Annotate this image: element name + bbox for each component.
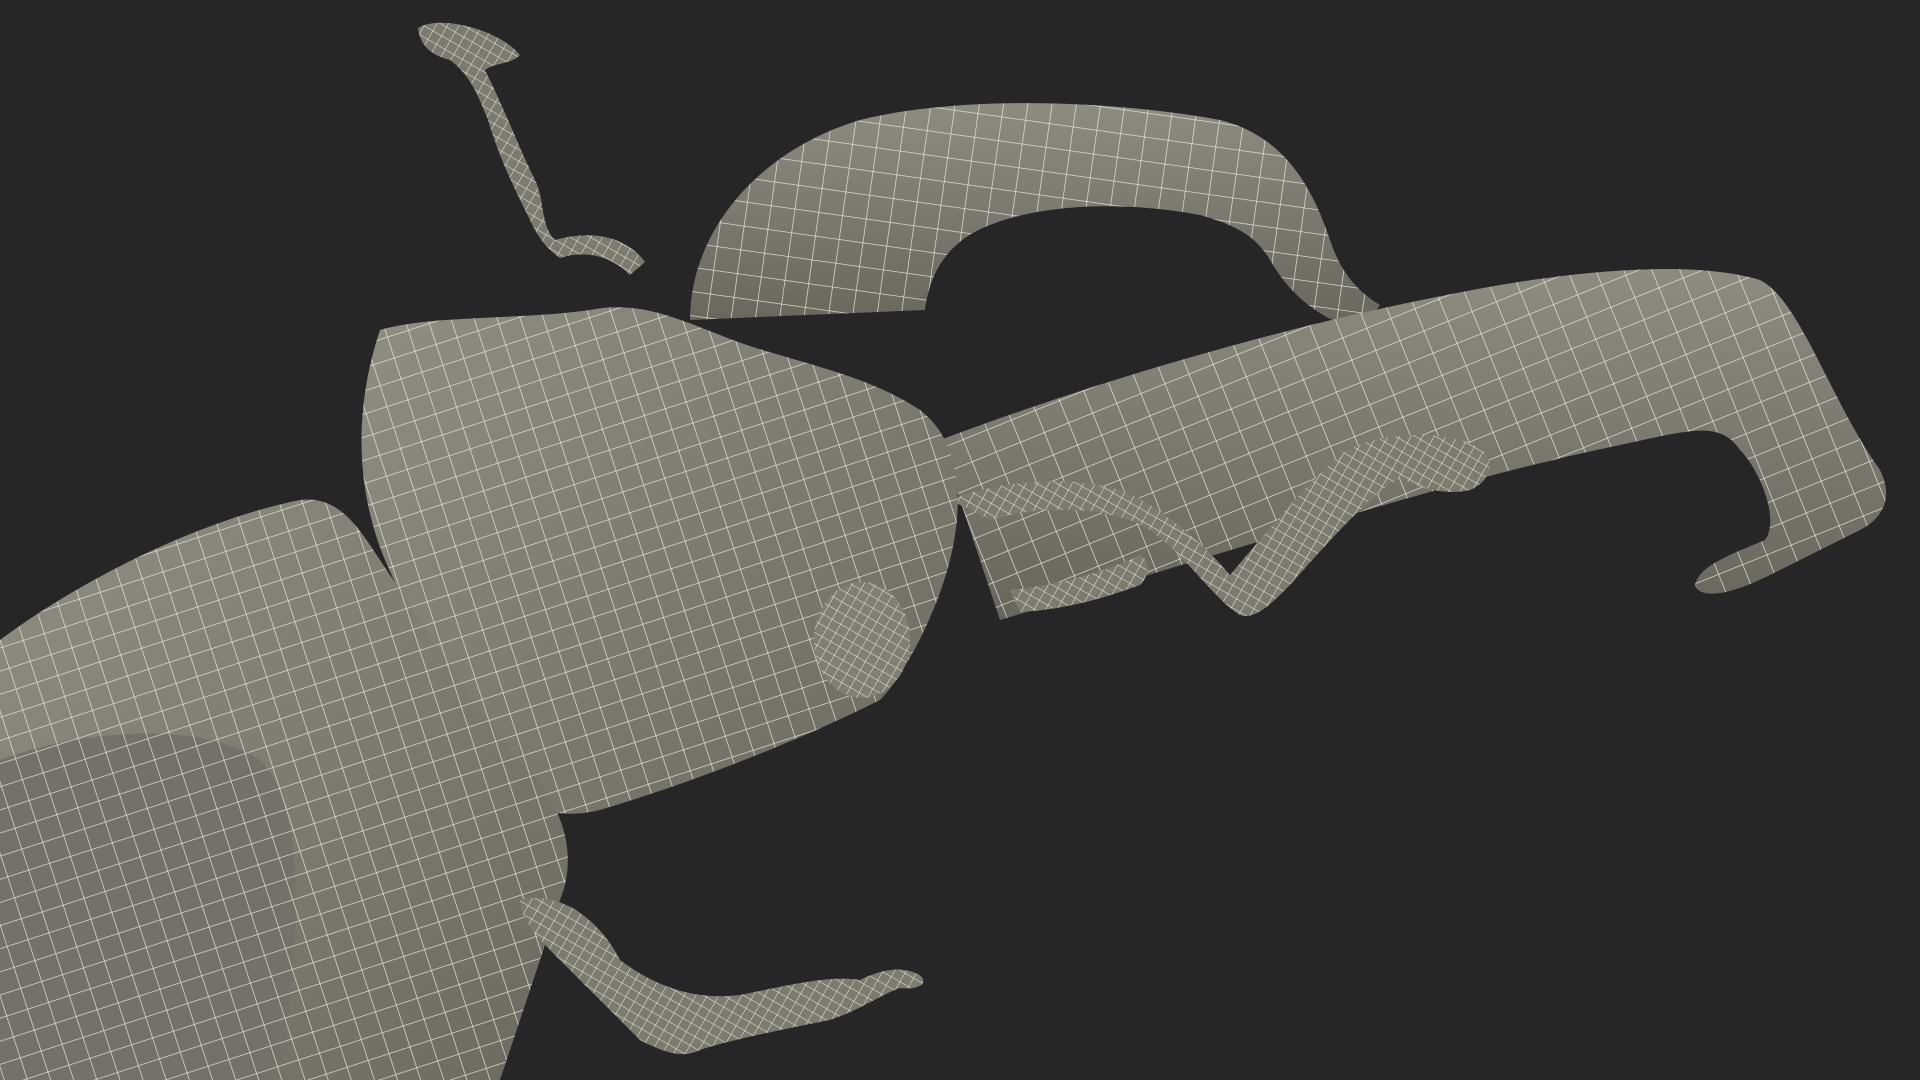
- viewport: [0, 0, 1920, 1080]
- front-leg: [520, 898, 924, 1055]
- upper-mandible: [690, 103, 1380, 330]
- upper-antenna: [418, 22, 645, 275]
- beetle-wireframe-render: [0, 22, 1887, 1080]
